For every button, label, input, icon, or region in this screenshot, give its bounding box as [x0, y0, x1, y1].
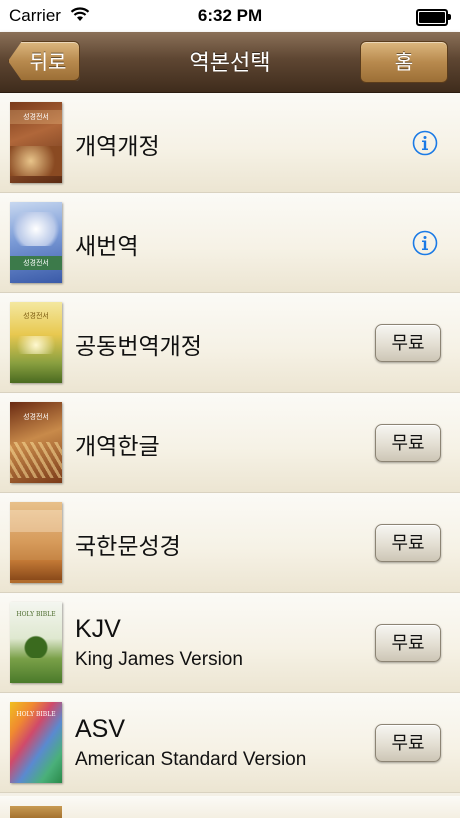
version-name: 국한문성경	[75, 534, 181, 560]
cover-label: HOLY BIBLE	[16, 611, 56, 618]
free-download-button[interactable]: 무료	[375, 324, 441, 362]
version-row-asv[interactable]: HOLY BIBLE ASV American Standard Version…	[0, 693, 460, 793]
home-button[interactable]: 홈	[360, 41, 448, 83]
version-name: 개역개정	[75, 134, 160, 160]
free-download-button[interactable]: 무료	[375, 424, 441, 462]
cover-label: 성경전서	[23, 113, 49, 121]
cover-label: HOLY BIBLE	[16, 711, 56, 718]
version-row-partial[interactable]	[0, 796, 460, 818]
book-cover-image: 성경전서	[10, 402, 62, 483]
cover-label: 성경전서	[23, 413, 49, 421]
book-cover-image	[10, 806, 62, 818]
cover-label: 성경전서	[23, 312, 49, 320]
book-cover-image: HOLY BIBLE	[10, 602, 62, 683]
cover-label: 성경전서	[23, 259, 49, 267]
version-row-kjv[interactable]: HOLY BIBLE KJV King James Version 무료	[0, 593, 460, 693]
page-title: 역본선택	[189, 51, 271, 76]
version-list: 성경전서 개역개정 성경전서 새번역 성경전서 공동번역개정 무료 성경전서 개…	[0, 93, 460, 793]
book-cover-image: 성경전서	[10, 302, 62, 383]
version-row-gaeyeok-hangeul[interactable]: 성경전서 개역한글 무료	[0, 393, 460, 493]
free-download-button[interactable]: 무료	[375, 724, 441, 762]
book-cover-image: 성경전서	[10, 102, 62, 183]
free-download-button[interactable]: 무료	[375, 624, 441, 662]
info-icon[interactable]	[412, 230, 438, 256]
free-download-button[interactable]: 무료	[375, 524, 441, 562]
book-cover-image: 성경전서	[10, 202, 62, 283]
version-row-gongdong-beonyeok[interactable]: 성경전서 공동번역개정 무료	[0, 293, 460, 393]
version-subtitle: King James Version	[75, 649, 243, 670]
info-icon[interactable]	[412, 130, 438, 156]
version-name: KJV	[75, 615, 121, 643]
clock: 6:32 PM	[197, 6, 263, 25]
version-name: ASV	[75, 715, 126, 743]
version-row-gukhanmun[interactable]: 국한문성경 무료	[0, 493, 460, 593]
version-name: 새번역	[75, 234, 139, 260]
version-name: 개역한글	[75, 434, 160, 460]
battery-icon	[416, 9, 451, 26]
version-row-saebeonyeok[interactable]: 성경전서 새번역	[0, 193, 460, 293]
back-button[interactable]: 뒤로	[8, 41, 80, 81]
book-cover-image	[10, 502, 62, 583]
version-name: 공동번역개정	[75, 334, 202, 360]
version-row-gaeyeok-gaejeong[interactable]: 성경전서 개역개정	[0, 93, 460, 193]
status-bar: Carrier 6:32 PM	[0, 0, 460, 32]
book-cover-image: HOLY BIBLE	[10, 702, 62, 783]
navigation-bar: 뒤로 역본선택 홈	[0, 32, 460, 93]
version-subtitle: American Standard Version	[75, 749, 307, 770]
